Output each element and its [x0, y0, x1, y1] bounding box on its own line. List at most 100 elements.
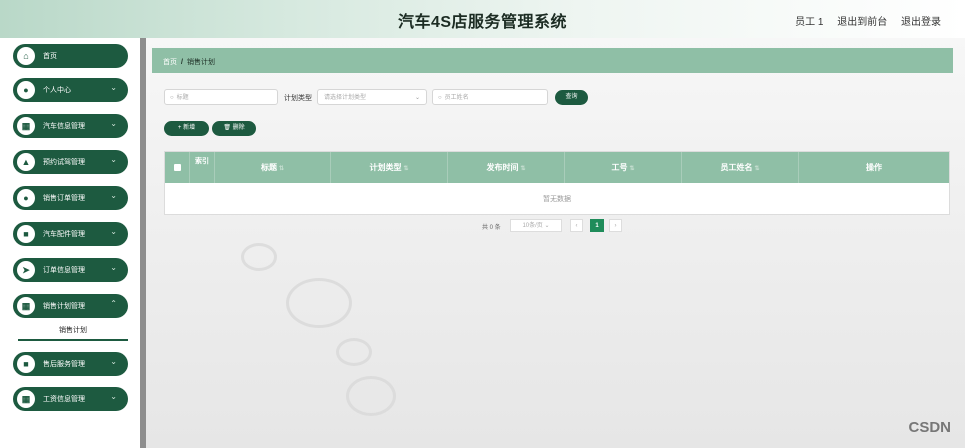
sidebar-item-after-sales[interactable]: ■ 售后服务管理 ⌄: [13, 352, 128, 376]
sidebar-item-home[interactable]: ⌂ 首页: [13, 44, 128, 68]
background-decoration: [286, 278, 352, 328]
sidebar-item-label: 售后服务管理: [43, 361, 85, 368]
submenu-item-sales-plan[interactable]: 销售计划: [18, 323, 128, 341]
logout-link[interactable]: 退出登录: [901, 17, 941, 28]
pagination-total: 共 0 条: [482, 225, 501, 231]
header-links: 员工 1 退出到前台 退出登录: [784, 13, 941, 28]
breadcrumb: 首页 / 销售计划: [163, 57, 215, 67]
column-header-plan-type[interactable]: 计划类型 ⇅: [331, 152, 448, 183]
sidebar-item-label: 销售计划管理: [43, 303, 85, 310]
page-size-select[interactable]: 10条/页 ⌄: [510, 219, 562, 232]
next-page-button[interactable]: ›: [609, 219, 622, 232]
back-to-frontend-link[interactable]: 退出到前台: [837, 17, 887, 28]
column-header-staff-id-label: 工号: [611, 163, 628, 172]
page-number-current[interactable]: 1: [590, 219, 604, 232]
column-header-title-label: 标题: [260, 163, 277, 172]
title-search-input[interactable]: ○ 标题: [164, 89, 278, 105]
query-button[interactable]: 查询: [555, 90, 588, 105]
sidebar: ⌂ 首页 ● 个人中心 ⌄ ▦ 汽车信息管理 ⌄ ▲ 预约试驾管理 ⌄ ● 销售…: [4, 38, 137, 448]
chevron-down-icon: ⌄: [110, 227, 117, 236]
sidebar-item-label: 汽车配件管理: [43, 231, 85, 238]
breadcrumb-separator: /: [181, 59, 183, 66]
sort-icon: ⇅: [278, 166, 285, 172]
sidebar-item-label: 汽车信息管理: [43, 123, 85, 130]
sidebar-item-label: 个人中心: [43, 87, 71, 94]
sidebar-item-salary[interactable]: ▦ 工资信息管理 ⌄: [13, 387, 128, 411]
delete-button-label: 删除: [232, 125, 245, 131]
sidebar-item-sales-plan[interactable]: ▦ 销售计划管理 ⌃: [13, 294, 128, 318]
sort-icon: ⇅: [629, 166, 635, 172]
grid-icon: ▦: [17, 390, 35, 408]
plan-type-placeholder: 请选择计划类型: [324, 95, 367, 101]
column-header-staff-name[interactable]: 员工姓名 ⇅: [682, 152, 799, 183]
select-all-cell: [165, 152, 190, 183]
sidebar-item-sales-order[interactable]: ● 销售订单管理 ⌄: [13, 186, 128, 210]
grid-icon: ▦: [17, 297, 35, 315]
chevron-down-icon: ⌄: [414, 95, 420, 101]
select-all-checkbox[interactable]: [174, 164, 181, 171]
main-content: 首页 / 销售计划 ○ 标题 计划类型 请选择计划类型 ⌄ ○ 员工姓名 查询 + 新增…: [146, 38, 965, 448]
current-user-link[interactable]: 员工 1: [795, 17, 823, 28]
user-icon: ●: [17, 81, 35, 99]
breadcrumb-home[interactable]: 首页: [163, 59, 177, 66]
send-icon: ➤: [17, 261, 35, 279]
chevron-down-icon: ⌄: [110, 119, 117, 128]
chevron-down-icon: ⌄: [110, 191, 117, 200]
background-decoration: [241, 243, 277, 271]
chevron-down-icon: ⌄: [110, 357, 117, 366]
sidebar-item-parts[interactable]: ■ 汽车配件管理 ⌄: [13, 222, 128, 246]
sort-icon: ⇅: [403, 166, 409, 172]
sort-icon: ⇅: [754, 166, 760, 172]
doc-icon: ■: [17, 355, 35, 373]
sidebar-item-personal-center[interactable]: ● 个人中心 ⌄: [13, 78, 128, 102]
sidebar-item-label: 订单信息管理: [43, 267, 85, 274]
sidebar-item-car-info[interactable]: ▦ 汽车信息管理 ⌄: [13, 114, 128, 138]
title-search-placeholder: 标题: [176, 95, 189, 101]
sales-plan-table: 索引 标题 ⇅ 计划类型 ⇅ 发布时间 ⇅ 工号 ⇅ 员工姓名 ⇅ 操作 暂无数据: [164, 151, 950, 215]
chevron-down-icon: ⌄: [110, 155, 117, 164]
chart-icon: ▲: [17, 153, 35, 171]
background-decoration: [346, 376, 396, 416]
column-header-publish-time[interactable]: 发布时间 ⇅: [448, 152, 565, 183]
plan-type-select[interactable]: 请选择计划类型 ⌄: [317, 89, 427, 105]
column-header-staff-name-label: 员工姓名: [720, 163, 753, 172]
chevron-down-icon: ⌄: [544, 223, 550, 229]
sidebar-item-label: 预约试驾管理: [43, 159, 85, 166]
staff-name-placeholder: 员工姓名: [444, 95, 469, 101]
column-header-publish-time-label: 发布时间: [486, 163, 519, 172]
sidebar-item-order-info[interactable]: ➤ 订单信息管理 ⌄: [13, 258, 128, 282]
chevron-down-icon: ⌄: [110, 83, 117, 92]
plan-type-label: 计划类型: [284, 95, 312, 102]
search-icon: ○: [438, 95, 442, 101]
chevron-up-icon: ⌃: [110, 299, 117, 308]
chevron-left-icon: ‹: [575, 223, 578, 229]
sort-icon: ⇅: [520, 166, 526, 172]
column-header-plan-type-label: 计划类型: [369, 163, 402, 172]
sidebar-item-test-drive[interactable]: ▲ 预约试驾管理 ⌄: [13, 150, 128, 174]
chevron-down-icon: ⌄: [110, 392, 117, 401]
trash-icon: 🗑: [223, 125, 231, 131]
user-icon: ●: [17, 189, 35, 207]
breadcrumb-bar: 首页 / 销售计划: [152, 48, 953, 73]
breadcrumb-current: 销售计划: [186, 59, 215, 66]
delete-button[interactable]: 🗑 删除: [212, 121, 256, 136]
grid-icon: ▦: [17, 117, 35, 135]
column-header-index: 索引: [190, 152, 215, 183]
chevron-down-icon: ⌄: [110, 263, 117, 272]
prev-page-button[interactable]: ‹: [570, 219, 583, 232]
background-decoration: [336, 338, 372, 366]
page-size-value: 10条/页: [522, 223, 543, 229]
top-header: 汽车4S店服务管理系统 员工 1 退出到前台 退出登录: [0, 0, 965, 38]
column-header-staff-id[interactable]: 工号 ⇅: [565, 152, 682, 183]
search-icon: ○: [170, 95, 174, 101]
chevron-right-icon: ›: [614, 223, 617, 229]
column-header-title[interactable]: 标题 ⇅: [215, 152, 331, 183]
sidebar-item-label: 销售订单管理: [43, 195, 85, 202]
column-header-actions: 操作: [866, 163, 882, 172]
staff-name-search-input[interactable]: ○ 员工姓名: [432, 89, 548, 105]
empty-state-text: 暂无数据: [543, 196, 571, 203]
home-icon: ⌂: [17, 47, 35, 65]
add-button[interactable]: + 新增: [164, 121, 209, 136]
watermark-logo: CSDN: [908, 419, 951, 436]
sidebar-item-label: 工资信息管理: [43, 396, 85, 403]
